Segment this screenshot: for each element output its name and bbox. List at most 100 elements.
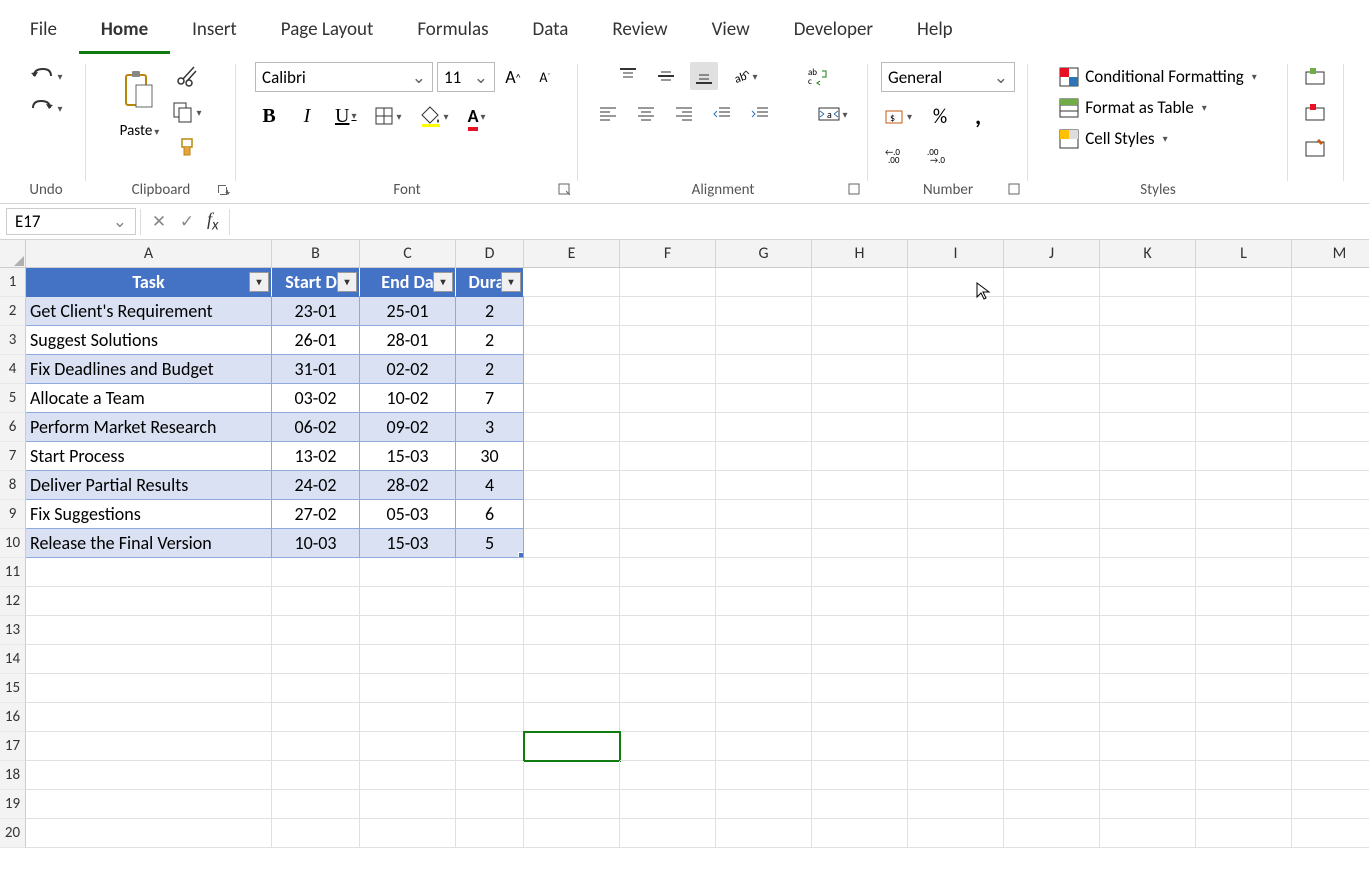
tab-page-layout[interactable]: Page Layout: [259, 8, 396, 54]
cell-F12[interactable]: [620, 587, 716, 616]
increase-font-button[interactable]: A^: [499, 63, 527, 91]
cell-E6[interactable]: [524, 413, 620, 442]
cell-G19[interactable]: [716, 790, 812, 819]
tab-review[interactable]: Review: [590, 8, 689, 54]
cell-A16[interactable]: [26, 703, 272, 732]
cell-M9[interactable]: [1292, 500, 1369, 529]
cell-H13[interactable]: [812, 616, 908, 645]
row-header-5[interactable]: 5: [0, 384, 26, 413]
cell-A4[interactable]: Fix Deadlines and Budget: [26, 355, 272, 384]
row-header-6[interactable]: 6: [0, 413, 26, 442]
cell-L5[interactable]: [1196, 384, 1292, 413]
tab-data[interactable]: Data: [511, 8, 591, 54]
cell-K5[interactable]: [1100, 384, 1196, 413]
cell-G9[interactable]: [716, 500, 812, 529]
cell-G11[interactable]: [716, 558, 812, 587]
cell-D4[interactable]: 2: [456, 355, 524, 384]
filter-B[interactable]: [337, 272, 357, 292]
insert-cells-button[interactable]: [1300, 62, 1332, 90]
cell-F3[interactable]: [620, 326, 716, 355]
cell-M2[interactable]: [1292, 297, 1369, 326]
cell-A12[interactable]: [26, 587, 272, 616]
cell-L20[interactable]: [1196, 819, 1292, 848]
cell-M3[interactable]: [1292, 326, 1369, 355]
merge-center-button[interactable]: a: [814, 100, 851, 128]
cell-B12[interactable]: [272, 587, 360, 616]
orientation-button[interactable]: ab: [728, 62, 761, 90]
row-header-15[interactable]: 15: [0, 674, 26, 703]
cell-G2[interactable]: [716, 297, 812, 326]
cell-D7[interactable]: 30: [456, 442, 524, 471]
cell-C7[interactable]: 15-03: [360, 442, 456, 471]
cell-M14[interactable]: [1292, 645, 1369, 674]
cell-K12[interactable]: [1100, 587, 1196, 616]
row-header-20[interactable]: 20: [0, 819, 26, 848]
column-header-K[interactable]: K: [1100, 240, 1196, 268]
cell-H16[interactable]: [812, 703, 908, 732]
cell-F4[interactable]: [620, 355, 716, 384]
cell-E13[interactable]: [524, 616, 620, 645]
cell-K7[interactable]: [1100, 442, 1196, 471]
cell-M12[interactable]: [1292, 587, 1369, 616]
cell-F18[interactable]: [620, 761, 716, 790]
cell-A14[interactable]: [26, 645, 272, 674]
cell-G5[interactable]: [716, 384, 812, 413]
clipboard-launcher[interactable]: [216, 183, 230, 197]
cell-K15[interactable]: [1100, 674, 1196, 703]
cell-D5[interactable]: 7: [456, 384, 524, 413]
cell-F11[interactable]: [620, 558, 716, 587]
cell-E12[interactable]: [524, 587, 620, 616]
cell-E4[interactable]: [524, 355, 620, 384]
cell-L8[interactable]: [1196, 471, 1292, 500]
cell-L3[interactable]: [1196, 326, 1292, 355]
cell-F19[interactable]: [620, 790, 716, 819]
cell-H9[interactable]: [812, 500, 908, 529]
cell-M5[interactable]: [1292, 384, 1369, 413]
cell-B7[interactable]: 13-02: [272, 442, 360, 471]
column-header-D[interactable]: D: [456, 240, 524, 268]
wrap-text-button[interactable]: abc: [802, 62, 832, 90]
redo-button[interactable]: [25, 94, 66, 122]
cell-L9[interactable]: [1196, 500, 1292, 529]
cell-A9[interactable]: Fix Suggestions: [26, 500, 272, 529]
cell-J7[interactable]: [1004, 442, 1100, 471]
cell-E1[interactable]: [524, 268, 620, 297]
cell-B15[interactable]: [272, 674, 360, 703]
cell-F9[interactable]: [620, 500, 716, 529]
cell-A3[interactable]: Suggest Solutions: [26, 326, 272, 355]
row-header-19[interactable]: 19: [0, 790, 26, 819]
row-header-9[interactable]: 9: [0, 500, 26, 529]
cell-B17[interactable]: [272, 732, 360, 761]
cancel-formula-button[interactable]: ✕: [145, 211, 173, 232]
cell-G16[interactable]: [716, 703, 812, 732]
cell-K4[interactable]: [1100, 355, 1196, 384]
filter-A[interactable]: [249, 272, 269, 292]
cell-A1[interactable]: Task: [26, 268, 272, 297]
cell-I20[interactable]: [908, 819, 1004, 848]
cell-A18[interactable]: [26, 761, 272, 790]
cell-K8[interactable]: [1100, 471, 1196, 500]
increase-indent-button[interactable]: [746, 100, 774, 128]
cell-E8[interactable]: [524, 471, 620, 500]
row-header-7[interactable]: 7: [0, 442, 26, 471]
cell-B18[interactable]: [272, 761, 360, 790]
decrease-indent-button[interactable]: [708, 100, 736, 128]
align-right-button[interactable]: [670, 100, 698, 128]
column-header-M[interactable]: M: [1292, 240, 1369, 268]
cell-C3[interactable]: 28-01: [360, 326, 456, 355]
cell-H5[interactable]: [812, 384, 908, 413]
cell-F15[interactable]: [620, 674, 716, 703]
cell-L19[interactable]: [1196, 790, 1292, 819]
cell-C8[interactable]: 28-02: [360, 471, 456, 500]
cell-C5[interactable]: 10-02: [360, 384, 456, 413]
cell-A20[interactable]: [26, 819, 272, 848]
cell-K11[interactable]: [1100, 558, 1196, 587]
cell-K3[interactable]: [1100, 326, 1196, 355]
format-painter-button[interactable]: [172, 134, 202, 162]
cell-D1[interactable]: Durat: [456, 268, 524, 297]
cell-C15[interactable]: [360, 674, 456, 703]
cell-E19[interactable]: [524, 790, 620, 819]
cell-J12[interactable]: [1004, 587, 1100, 616]
cell-J11[interactable]: [1004, 558, 1100, 587]
cell-I18[interactable]: [908, 761, 1004, 790]
